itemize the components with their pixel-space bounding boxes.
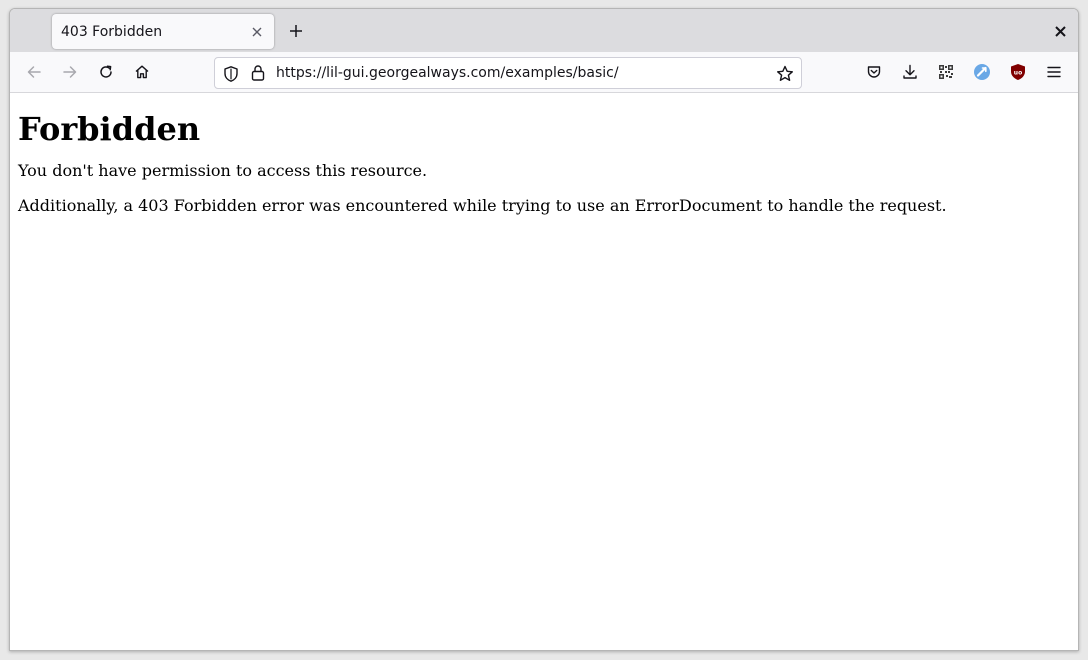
close-icon[interactable] xyxy=(248,23,266,41)
error-message: You don't have permission to access this… xyxy=(18,161,428,180)
navigation-toolbar: https://lil-gui.georgealways.com/example… xyxy=(10,52,1078,93)
arrow-left-icon[interactable] xyxy=(20,58,48,86)
page-title: Forbidden xyxy=(18,110,201,148)
reload-icon[interactable] xyxy=(92,58,120,86)
tab-active[interactable]: 403 Forbidden xyxy=(52,14,274,49)
home-icon[interactable] xyxy=(128,58,156,86)
star-icon[interactable] xyxy=(775,64,795,84)
svg-text:uo: uo xyxy=(1014,70,1022,77)
url-text[interactable]: https://lil-gui.georgealways.com/example… xyxy=(276,64,619,83)
arrow-right-icon[interactable] xyxy=(56,58,84,86)
pocket-icon[interactable] xyxy=(860,58,888,86)
shield-icon[interactable] xyxy=(222,65,240,83)
tab-strip: 403 Forbidden xyxy=(10,9,1078,52)
extension-icon[interactable] xyxy=(968,58,996,86)
ublock-icon[interactable]: uo xyxy=(1004,58,1032,86)
lock-icon[interactable] xyxy=(250,64,266,82)
additional-error-message: Additionally, a 403 Forbidden error was … xyxy=(18,196,947,215)
page-content: Forbidden You don't have permission to a… xyxy=(10,94,1078,650)
hamburger-menu-icon[interactable] xyxy=(1040,58,1068,86)
qr-code-icon[interactable] xyxy=(932,58,960,86)
tab-title: 403 Forbidden xyxy=(61,23,163,40)
browser-window: 403 Forbidden https://lil-gui.georgealwa… xyxy=(9,8,1079,651)
download-icon[interactable] xyxy=(896,58,924,86)
plus-icon[interactable] xyxy=(284,19,308,43)
url-bar[interactable]: https://lil-gui.georgealways.com/example… xyxy=(214,57,802,89)
window-close-icon[interactable] xyxy=(1050,21,1070,41)
